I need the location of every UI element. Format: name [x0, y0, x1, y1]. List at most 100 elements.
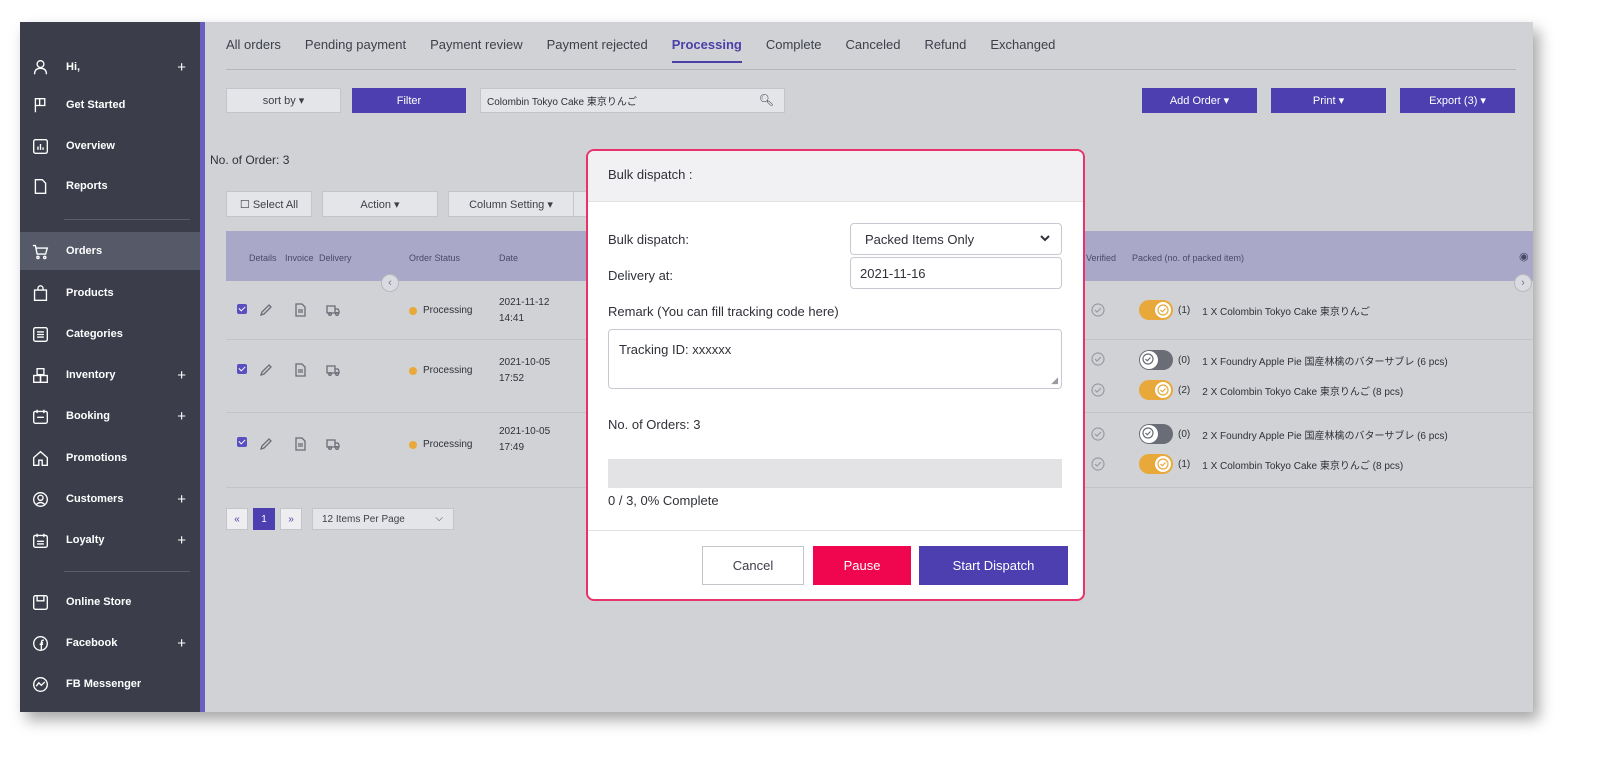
row-checkbox[interactable]: [237, 364, 247, 374]
filter-button[interactable]: Filter: [352, 88, 466, 113]
search-icon[interactable]: 🔍︎: [759, 93, 774, 107]
expand-plus-icon[interactable]: +: [177, 367, 186, 384]
pagination-prev[interactable]: «: [226, 508, 248, 530]
tab-processing[interactable]: Processing: [671, 37, 742, 63]
packed-item: (1) 1 X Colombin Tokyo Cake 東京りんご (8 pcs…: [1139, 454, 1403, 474]
packed-toggle[interactable]: [1139, 350, 1173, 370]
expand-plus-icon[interactable]: +: [177, 491, 186, 508]
expand-plus-icon[interactable]: +: [177, 635, 186, 652]
bulk-dispatch-label: Bulk dispatch:: [608, 232, 689, 247]
packed-item: (0) 2 X Foundry Apple Pie 国産林檎のバターサブレ (6…: [1139, 424, 1448, 444]
print-button[interactable]: Print ▾: [1271, 88, 1386, 113]
packed-toggle[interactable]: [1139, 380, 1173, 400]
home-icon: [30, 448, 50, 468]
status-text: Processing: [423, 439, 473, 450]
sidebar-item-orders[interactable]: Orders: [20, 232, 200, 270]
verified-check-icon: [1091, 383, 1105, 397]
tab-pending-payment[interactable]: Pending payment: [305, 37, 406, 63]
packed-toggle[interactable]: [1139, 424, 1173, 444]
cart-icon: [30, 241, 50, 261]
add-order-button[interactable]: Add Order ▾: [1142, 88, 1257, 113]
list-icon: [30, 324, 50, 344]
pagination-page-1[interactable]: 1: [253, 508, 275, 530]
sidebar-item-booking[interactable]: Booking +: [20, 397, 200, 435]
remark-textarea[interactable]: Tracking ID: xxxxxx ◢: [608, 329, 1062, 389]
pagination-next[interactable]: »: [280, 508, 302, 530]
sidebar-item-label: FB Messenger: [66, 678, 142, 690]
truck-icon[interactable]: [326, 437, 340, 451]
row-checkbox[interactable]: [237, 304, 247, 314]
sidebar-item-user[interactable]: Hi, +: [20, 48, 200, 86]
sidebar-item-get-started[interactable]: Get Started: [20, 86, 200, 124]
progress-text: 0 / 3, 0% Complete: [608, 493, 719, 508]
sidebar-item-customers[interactable]: Customers +: [20, 480, 200, 518]
packed-toggle[interactable]: [1139, 454, 1173, 474]
expand-plus-icon[interactable]: +: [177, 59, 186, 76]
sidebar-item-facebook[interactable]: Facebook +: [20, 624, 200, 662]
expand-plus-icon[interactable]: +: [177, 532, 186, 549]
sidebar-item-reports[interactable]: Reports: [20, 167, 200, 205]
invoice-icon[interactable]: [293, 363, 307, 377]
packed-toggle[interactable]: [1139, 300, 1173, 320]
date-value: 2021-10-05: [499, 426, 551, 437]
sidebar-item-online-store[interactable]: Online Store: [20, 583, 200, 621]
facebook-icon: [30, 633, 50, 653]
boxes-icon: [30, 365, 50, 385]
sidebar-item-inventory[interactable]: Inventory +: [20, 356, 200, 394]
eye-icon[interactable]: ◉: [1519, 250, 1529, 263]
sidebar-item-overview[interactable]: Overview: [20, 127, 200, 165]
tab-complete[interactable]: Complete: [766, 37, 822, 63]
sidebar-divider: [64, 219, 190, 220]
expand-plus-icon[interactable]: +: [177, 408, 186, 425]
tab-all-orders[interactable]: All orders: [226, 37, 281, 63]
packed-count: (1): [1178, 458, 1191, 470]
tab-payment-review[interactable]: Payment review: [430, 37, 522, 63]
tab-exchanged[interactable]: Exchanged: [990, 37, 1055, 63]
verified-check-icon: [1091, 352, 1105, 366]
sidebar-item-label: Online Store: [66, 596, 132, 608]
bulk-dispatch-select[interactable]: Packed Items Only: [850, 223, 1062, 255]
select-all-button[interactable]: ☐ Select All: [226, 191, 312, 217]
column-setting-button[interactable]: Column Setting ▾: [448, 191, 574, 217]
edit-pencil-icon[interactable]: [259, 437, 273, 451]
status-badge: Processing: [409, 305, 472, 316]
truck-icon[interactable]: [326, 303, 340, 317]
status-text: Processing: [423, 305, 473, 316]
invoice-icon[interactable]: [293, 437, 307, 451]
time-value: 17:49: [499, 442, 525, 453]
check-circle-icon: [1142, 353, 1154, 365]
start-dispatch-button[interactable]: Start Dispatch: [919, 546, 1068, 585]
tab-refund[interactable]: Refund: [924, 37, 966, 63]
row-checkbox[interactable]: [237, 437, 247, 447]
header-invoice: Invoice: [285, 253, 314, 263]
truck-icon[interactable]: [326, 363, 340, 377]
sidebar-item-categories[interactable]: Categories: [20, 315, 200, 353]
action-button[interactable]: Action ▾: [322, 191, 438, 217]
pause-button[interactable]: Pause: [813, 546, 911, 585]
resize-handle-icon[interactable]: ◢: [1051, 375, 1058, 386]
sidebar-item-fb-messenger[interactable]: FB Messenger: [20, 665, 200, 703]
cancel-button[interactable]: Cancel: [702, 546, 804, 585]
edit-pencil-icon[interactable]: [259, 303, 273, 317]
sidebar: Hi, + Get Started Overview Reports Order…: [20, 22, 205, 712]
invoice-icon[interactable]: [293, 303, 307, 317]
tab-payment-rejected[interactable]: Payment rejected: [547, 37, 648, 63]
delivery-date-input[interactable]: 2021-11-16: [850, 257, 1062, 289]
items-per-page-select[interactable]: 12 Items Per Page ⌵: [312, 508, 454, 530]
export-button[interactable]: Export (3) ▾: [1400, 88, 1515, 113]
sort-by-button[interactable]: sort by ▾: [226, 88, 341, 113]
packed-count: (0): [1178, 354, 1191, 366]
chevron-down-icon: ⌵: [435, 513, 443, 524]
tab-divider: [226, 69, 1516, 70]
messenger-icon: [30, 674, 50, 694]
remark-label: Remark (You can fill tracking code here): [608, 304, 839, 319]
edit-pencil-icon[interactable]: [259, 363, 273, 377]
items-per-page-value: 12 Items Per Page: [322, 513, 405, 525]
search-input[interactable]: Colombin Tokyo Cake 東京りんご 🔍︎: [480, 88, 785, 113]
sidebar-item-loyalty[interactable]: Loyalty +: [20, 521, 200, 559]
sidebar-item-promotions[interactable]: Promotions: [20, 439, 200, 477]
tab-canceled[interactable]: Canceled: [846, 37, 901, 63]
packed-item-text: 2 X Colombin Tokyo Cake 東京りんご (8 pcs): [1202, 386, 1404, 398]
bulk-dispatch-value: Packed Items Only: [865, 231, 975, 247]
sidebar-item-products[interactable]: Products: [20, 274, 200, 312]
